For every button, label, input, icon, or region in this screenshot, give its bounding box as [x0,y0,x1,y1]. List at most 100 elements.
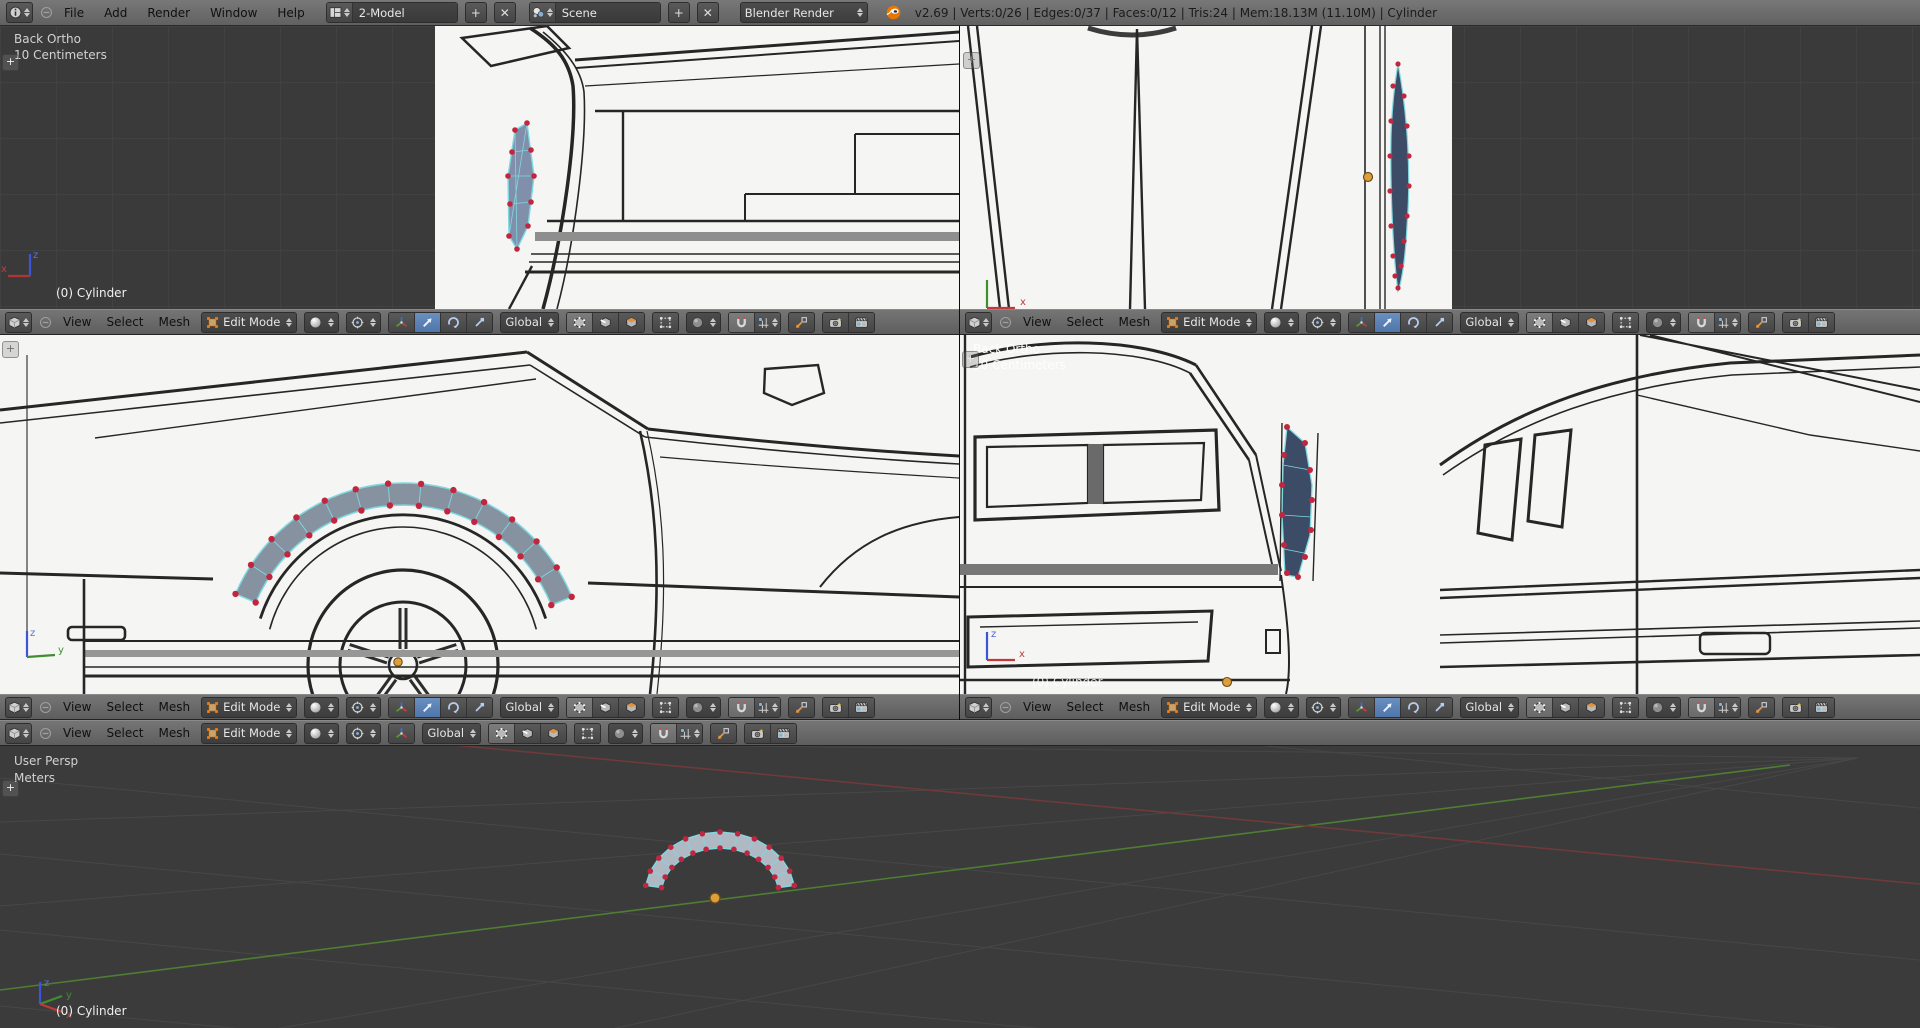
pivot-dropdown[interactable] [346,696,382,718]
face-select-button[interactable] [541,723,567,743]
edge-select-button[interactable] [1553,697,1580,717]
opengl-render-image-button[interactable] [823,312,850,332]
render-engine-dropdown[interactable]: Blender Render [739,2,868,23]
editor-type-button[interactable] [965,311,992,333]
orientation-dropdown[interactable]: Global [500,311,560,333]
orientation-dropdown[interactable]: Global [500,696,560,718]
opengl-render-anim-button[interactable] [849,312,875,332]
delete-screen-layout-button[interactable]: ✕ [493,2,516,23]
snap-magnet-toggle[interactable] [729,697,756,717]
shading-dropdown[interactable] [304,311,340,333]
face-select-button[interactable] [619,312,645,332]
scene-icon-button[interactable] [529,3,556,22]
manipulator-scale-button[interactable] [1427,312,1453,332]
viewport-menu-select[interactable]: Select [102,726,147,740]
shading-dropdown[interactable] [1264,311,1300,333]
app-menu-window[interactable]: Window [206,6,261,20]
collapse-menus-button[interactable] [39,316,52,329]
editor-type-button[interactable] [6,2,33,23]
orientation-dropdown[interactable]: Global [1460,311,1520,333]
occlude-toggle[interactable] [574,722,602,744]
viewport-menu-mesh[interactable]: Mesh [1115,315,1155,329]
app-menu-add[interactable]: Add [100,6,131,20]
selected-mesh-top[interactable] [505,120,537,252]
viewport-top-right[interactable]: x + [960,26,1920,309]
snap-element-dropdown[interactable] [755,697,781,717]
proportional-dropdown[interactable] [686,311,722,333]
snap-element-dropdown[interactable] [677,723,703,743]
viewport-menu-view[interactable]: View [1019,700,1055,714]
editor-type-button[interactable] [5,311,32,333]
snap-target-button[interactable] [1748,696,1776,718]
mode-dropdown[interactable]: Edit Mode [201,696,298,718]
viewport-menu-select[interactable]: Select [1062,700,1107,714]
viewport-middle-right[interactable]: z x Back Ortho 10 Centimeters (0) Cylind… [960,335,1920,694]
viewport-middle-left[interactable]: z y + [0,335,959,694]
snap-target-button[interactable] [710,722,738,744]
viewport-menu-view[interactable]: View [1019,315,1055,329]
face-select-button[interactable] [1579,697,1605,717]
selected-mesh-pillar[interactable] [1279,424,1315,580]
manipulator-translate-button[interactable] [1375,697,1402,717]
snap-target-button[interactable] [1748,311,1776,333]
viewport-menu-mesh[interactable]: Mesh [155,315,195,329]
edge-select-button[interactable] [515,723,542,743]
viewport-menu-mesh[interactable]: Mesh [1115,700,1155,714]
mode-dropdown[interactable]: Edit Mode [201,722,298,744]
proportional-dropdown[interactable] [608,722,644,744]
region-expand-handle[interactable]: + [2,780,19,797]
snap-element-dropdown[interactable] [1715,312,1741,332]
edge-select-button[interactable] [593,312,620,332]
manipulator-axis-button[interactable] [389,697,416,717]
pivot-dropdown[interactable] [346,311,382,333]
orientation-dropdown[interactable]: Global [1460,696,1520,718]
manipulator-translate-button[interactable] [1375,312,1402,332]
app-menu-file[interactable]: File [60,6,88,20]
opengl-render-image-button[interactable] [1783,697,1810,717]
viewport-menu-view[interactable]: View [59,726,95,740]
region-expand-handle[interactable]: + [2,54,19,71]
proportional-dropdown[interactable] [1646,311,1682,333]
pivot-dropdown[interactable] [346,722,382,744]
viewport-menu-mesh[interactable]: Mesh [155,726,195,740]
vertex-select-button[interactable] [567,312,594,332]
collapse-menus-button[interactable] [39,701,52,714]
manipulator-axis-button[interactable] [1349,312,1376,332]
edge-select-button[interactable] [1553,312,1580,332]
mode-dropdown[interactable]: Edit Mode [1161,311,1258,333]
selected-mesh-persp[interactable] [642,829,798,891]
editor-type-button[interactable] [965,696,992,718]
add-screen-layout-button[interactable]: + [464,2,487,23]
snap-element-dropdown[interactable] [1715,697,1741,717]
viewport-top-left[interactable]: Back Ortho 10 Centimeters (0) Cylinder +… [0,26,959,309]
viewport-menu-view[interactable]: View [59,700,95,714]
selected-mesh-fender[interactable] [232,480,575,609]
collapse-menus-icon[interactable] [40,6,53,19]
occlude-toggle[interactable] [652,696,680,718]
region-expand-handle[interactable]: + [962,351,979,368]
occlude-toggle[interactable] [1612,311,1640,333]
viewport-split-divider[interactable] [959,26,960,720]
viewport-menu-select[interactable]: Select [102,700,147,714]
face-select-button[interactable] [619,697,645,717]
editor-type-button[interactable] [5,696,32,718]
editor-type-button[interactable] [5,722,32,744]
manipulator-scale-button[interactable] [467,697,493,717]
app-menu-render[interactable]: Render [143,6,194,20]
mode-dropdown[interactable]: Edit Mode [201,311,298,333]
manipulator-rotate-button[interactable] [441,697,468,717]
manipulator-rotate-button[interactable] [1401,312,1428,332]
snap-element-dropdown[interactable] [755,312,781,332]
mode-dropdown[interactable]: Edit Mode [1161,696,1258,718]
viewport-menu-mesh[interactable]: Mesh [155,700,195,714]
manipulator-axis-button[interactable] [389,312,416,332]
viewport-bottom[interactable]: z y x User Persp Meters (0) Cylinder + [0,746,1920,1028]
pivot-dropdown[interactable] [1306,311,1342,333]
edge-select-button[interactable] [593,697,620,717]
occlude-toggle[interactable] [1612,696,1640,718]
snap-target-button[interactable] [788,696,816,718]
app-menu-help[interactable]: Help [273,6,308,20]
face-select-button[interactable] [1579,312,1605,332]
screen-layout-icon-button[interactable] [326,3,353,22]
manipulator-rotate-button[interactable] [1401,697,1428,717]
